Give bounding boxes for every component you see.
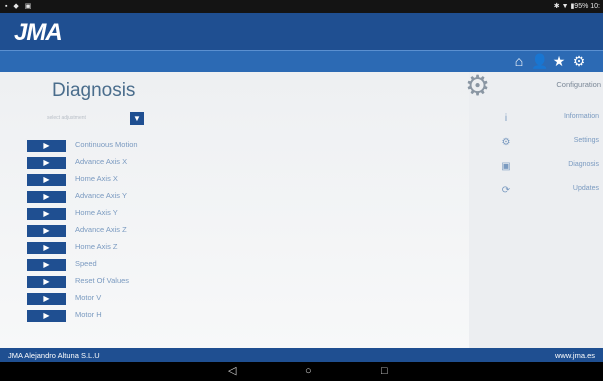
- status-icons-right: ✱ ▼ ▮95% 10:: [553, 3, 600, 10]
- recent-apps-icon[interactable]: □: [381, 364, 388, 378]
- sidebar-item-settings[interactable]: ⚙ Settings: [469, 135, 603, 159]
- jma-logo: JMA: [14, 19, 63, 46]
- gear-icon[interactable]: ⚙: [571, 53, 587, 69]
- sidebar-item-label: Updates: [572, 185, 599, 192]
- diagnosis-label: Advance Axis Y: [75, 191, 127, 200]
- info-icon: i: [504, 113, 508, 124]
- diagnosis-label: Home Axis Y: [75, 208, 118, 217]
- config-gear-icon: ⚙: [465, 70, 491, 101]
- sidebar-title: Configuration: [556, 80, 601, 89]
- config-sidebar: ⚙ Configuration i Information ⚙ Settings ▣ Di…: [465, 72, 603, 348]
- app-header: JMA: [0, 13, 603, 50]
- top-toolbar: ⌂ 👤 ★ ⚙: [0, 50, 603, 73]
- sidebar-item-updates[interactable]: ⟳ Updates: [469, 183, 603, 207]
- diagnosis-label: Advance Axis X: [75, 157, 128, 166]
- status-icons-left: ▪ ◆ ▣: [5, 3, 34, 10]
- sidebar-item-label: Diagnosis: [568, 161, 599, 168]
- gear-icon: ⚙: [501, 137, 511, 148]
- chevron-down-icon[interactable]: ▼: [130, 112, 144, 125]
- run-button[interactable]: ▶: [27, 242, 66, 254]
- diagnosis-label: Continuous Motion: [75, 140, 138, 149]
- run-button[interactable]: ▶: [27, 225, 66, 237]
- home-circle-icon[interactable]: ○: [305, 364, 312, 378]
- footer: JMA Alejandro Altuna S.L.U www.jma.es: [0, 348, 603, 362]
- run-button[interactable]: ▶: [27, 191, 66, 203]
- star-icon[interactable]: ★: [551, 53, 567, 69]
- sidebar-item-label: Information: [563, 113, 599, 120]
- android-nav-bar: ◁ ○ □: [0, 362, 603, 381]
- run-button[interactable]: ▶: [27, 276, 66, 288]
- run-button[interactable]: ▶: [27, 259, 66, 271]
- run-button[interactable]: ▶: [27, 140, 66, 152]
- sidebar-item-information[interactable]: i Information: [469, 111, 603, 135]
- back-icon[interactable]: ◁: [228, 364, 236, 378]
- run-button[interactable]: ▶: [27, 157, 66, 169]
- run-button[interactable]: ▶: [27, 293, 66, 305]
- diagnosis-label: Advance Axis Z: [75, 225, 127, 234]
- sidebar-item-label: Settings: [573, 137, 599, 144]
- company-name: JMA Alejandro Altuna S.L.U: [8, 351, 100, 360]
- sidebar-menu: i Information ⚙ Settings ▣ Diagnosis ⟳ Updates: [469, 111, 603, 207]
- diagnosis-label: Reset Of Values: [75, 276, 130, 285]
- run-button[interactable]: ▶: [27, 208, 66, 220]
- diagnosis-icon: ▣: [501, 161, 511, 172]
- select-placeholder[interactable]: select adjustment: [47, 115, 86, 121]
- diagnosis-label: Motor H: [75, 310, 102, 319]
- website-link[interactable]: www.jma.es: [555, 351, 595, 360]
- diagnosis-label: Motor V: [75, 293, 102, 302]
- run-button[interactable]: ▶: [27, 174, 66, 186]
- sidebar-item-diagnosis[interactable]: ▣ Diagnosis: [469, 159, 603, 183]
- diagnosis-label: Home Axis X: [75, 174, 118, 183]
- status-bar: ▪ ◆ ▣ ✱ ▼ ▮95% 10:: [0, 0, 603, 13]
- home-icon[interactable]: ⌂: [511, 53, 527, 69]
- user-icon[interactable]: 👤: [531, 53, 548, 69]
- run-button[interactable]: ▶: [27, 310, 66, 322]
- refresh-icon: ⟳: [501, 185, 511, 196]
- page-title: Diagnosis: [52, 80, 136, 101]
- diagnosis-panel: Diagnosis select adjustment ▼ ▶ Continuou…: [0, 72, 469, 348]
- diagnosis-label: Home Axis Z: [75, 242, 118, 251]
- diagnosis-label: Speed: [75, 259, 97, 268]
- adjustment-select[interactable]: select adjustment ▼: [47, 112, 147, 126]
